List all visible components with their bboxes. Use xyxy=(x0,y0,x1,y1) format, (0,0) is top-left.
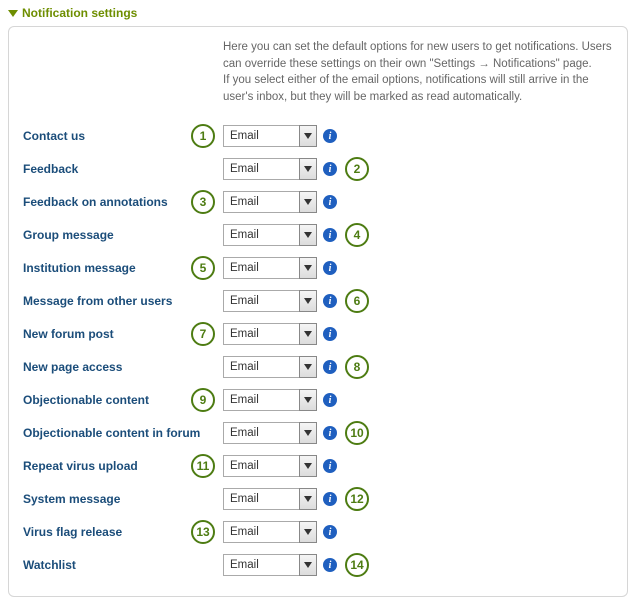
setting-row: New page accessEmaili8 xyxy=(23,351,613,384)
setting-row: Objectionable content9Emaili xyxy=(23,384,613,417)
setting-label: Message from other users xyxy=(23,294,223,308)
notification-select[interactable]: Email xyxy=(223,257,317,279)
info-icon[interactable]: i xyxy=(323,492,337,506)
setting-field: 11Emaili xyxy=(223,455,337,477)
annotation-badge: 12 xyxy=(345,487,369,511)
setting-field: Emaili 12 xyxy=(223,487,369,511)
notification-select[interactable]: Email xyxy=(223,290,317,312)
notification-select[interactable]: Email xyxy=(223,554,317,576)
info-icon[interactable]: i xyxy=(323,426,337,440)
setting-field: 13Emaili xyxy=(223,521,337,543)
chevron-down-icon[interactable] xyxy=(8,8,18,18)
notification-select-wrap: Email xyxy=(223,422,317,444)
setting-field: Emaili2 xyxy=(223,157,369,181)
setting-row: Repeat virus upload11Emaili xyxy=(23,450,613,483)
setting-field: Emaili8 xyxy=(223,355,369,379)
annotation-badge: 1 xyxy=(191,124,215,148)
notification-select[interactable]: Email xyxy=(223,323,317,345)
setting-row: Message from other usersEmaili6 xyxy=(23,285,613,318)
annotation-badge: 11 xyxy=(191,454,215,478)
info-icon[interactable]: i xyxy=(323,261,337,275)
setting-label: Objectionable content in forum xyxy=(23,426,223,440)
notification-select[interactable]: Email xyxy=(223,521,317,543)
setting-field: 9Emaili xyxy=(223,389,337,411)
notification-select-wrap: Email xyxy=(223,488,317,510)
info-icon[interactable]: i xyxy=(323,393,337,407)
intro-text: Here you can set the default options for… xyxy=(223,39,613,106)
info-icon[interactable]: i xyxy=(323,294,337,308)
annotation-badge: 2 xyxy=(345,157,369,181)
notification-select-wrap: Email xyxy=(223,257,317,279)
annotation-badge: 13 xyxy=(191,520,215,544)
info-icon[interactable]: i xyxy=(323,525,337,539)
setting-row: Feedback on annotations3Emaili xyxy=(23,186,613,219)
notification-select[interactable]: Email xyxy=(223,224,317,246)
setting-row: WatchlistEmaili 14 xyxy=(23,549,613,582)
notification-select-wrap: Email xyxy=(223,554,317,576)
notification-select[interactable]: Email xyxy=(223,422,317,444)
setting-label: New page access xyxy=(23,360,223,374)
notification-select-wrap: Email xyxy=(223,224,317,246)
notification-select[interactable]: Email xyxy=(223,488,317,510)
setting-field: 3Emaili xyxy=(223,191,337,213)
notification-select-wrap: Email xyxy=(223,455,317,477)
annotation-badge: 6 xyxy=(345,289,369,313)
setting-row: Objectionable content in forumEmaili 10 xyxy=(23,417,613,450)
notification-select-wrap: Email xyxy=(223,125,317,147)
info-icon[interactable]: i xyxy=(323,162,337,176)
setting-row: FeedbackEmaili2 xyxy=(23,153,613,186)
annotation-badge: 14 xyxy=(345,553,369,577)
notification-select-wrap: Email xyxy=(223,158,317,180)
setting-field: Emaili6 xyxy=(223,289,369,313)
notification-select-wrap: Email xyxy=(223,521,317,543)
setting-label: System message xyxy=(23,492,223,506)
notification-select[interactable]: Email xyxy=(223,125,317,147)
notification-select[interactable]: Email xyxy=(223,158,317,180)
annotation-badge: 5 xyxy=(191,256,215,280)
setting-row: New forum post7Emaili xyxy=(23,318,613,351)
annotation-badge: 7 xyxy=(191,322,215,346)
notification-select[interactable]: Email xyxy=(223,455,317,477)
setting-field: 1Emaili xyxy=(223,125,337,147)
setting-row: System messageEmaili 12 xyxy=(23,483,613,516)
setting-row: Virus flag release13Emaili xyxy=(23,516,613,549)
info-icon[interactable]: i xyxy=(323,228,337,242)
notification-select-wrap: Email xyxy=(223,191,317,213)
annotation-badge: 9 xyxy=(191,388,215,412)
notification-select-wrap: Email xyxy=(223,356,317,378)
notification-select-wrap: Email xyxy=(223,323,317,345)
notification-select[interactable]: Email xyxy=(223,191,317,213)
setting-field: Emaili 10 xyxy=(223,421,369,445)
intro-line-2: If you select either of the email option… xyxy=(223,74,589,103)
info-icon[interactable]: i xyxy=(323,558,337,572)
notification-select[interactable]: Email xyxy=(223,389,317,411)
info-icon[interactable]: i xyxy=(323,195,337,209)
intro-line-1: Here you can set the default options for… xyxy=(223,41,612,70)
annotation-badge: 4 xyxy=(345,223,369,247)
setting-label: Feedback xyxy=(23,162,223,176)
setting-row: Contact us1Emaili xyxy=(23,120,613,153)
setting-field: 5Emaili xyxy=(223,257,337,279)
setting-label: Group message xyxy=(23,228,223,242)
info-icon[interactable]: i xyxy=(323,129,337,143)
notification-select[interactable]: Email xyxy=(223,356,317,378)
setting-field: Emaili4 xyxy=(223,223,369,247)
setting-row: Institution message5Emaili xyxy=(23,252,613,285)
annotation-badge: 10 xyxy=(345,421,369,445)
setting-field: Emaili 14 xyxy=(223,553,369,577)
setting-row: Group messageEmaili4 xyxy=(23,219,613,252)
setting-label: Watchlist xyxy=(23,558,223,572)
info-icon[interactable]: i xyxy=(323,327,337,341)
info-icon[interactable]: i xyxy=(323,360,337,374)
settings-rows: Contact us1EmailiFeedbackEmaili2Feedback… xyxy=(23,120,613,582)
annotation-badge: 3 xyxy=(191,190,215,214)
panel-body: Here you can set the default options for… xyxy=(8,26,628,597)
info-icon[interactable]: i xyxy=(323,459,337,473)
panel-title: Notification settings xyxy=(22,6,137,20)
annotation-badge: 8 xyxy=(345,355,369,379)
notification-select-wrap: Email xyxy=(223,290,317,312)
setting-field: 7Emaili xyxy=(223,323,337,345)
notification-select-wrap: Email xyxy=(223,389,317,411)
panel-header: Notification settings xyxy=(8,6,628,20)
